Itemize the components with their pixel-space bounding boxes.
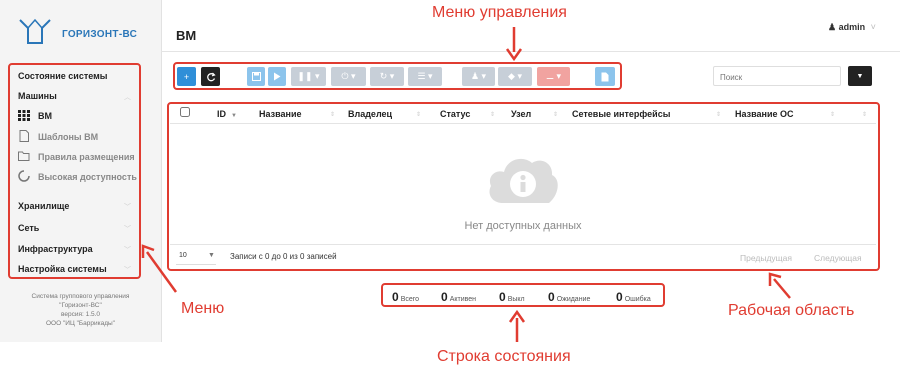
annotation-arrows [141, 27, 791, 342]
